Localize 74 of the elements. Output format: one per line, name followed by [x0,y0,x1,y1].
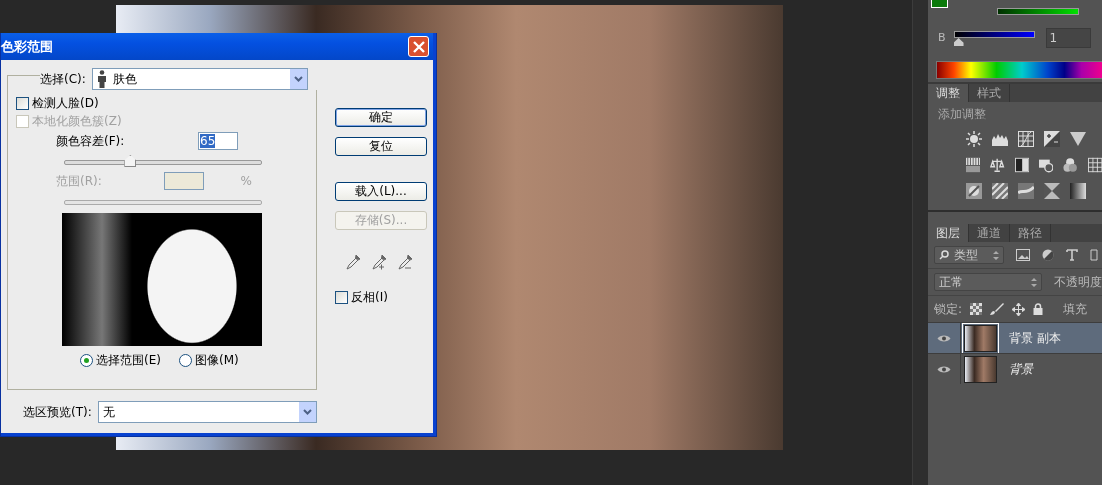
fuzziness-label: 颜色容差(F): [56,132,125,150]
lock-label: 锁定: [934,300,963,318]
select-dropdown[interactable]: 肤色 [91,68,308,90]
dialog-button[interactable]: 载入(L)... [335,182,427,201]
radio-option[interactable]: 选择范围(E) [80,352,161,369]
select-label: 选择(C): [40,70,86,88]
layer-row[interactable]: 背景 副本 [928,322,1102,353]
up-down-arrows-icon [1031,277,1037,287]
channel-value-field[interactable]: 1 [1045,28,1091,48]
checkbox-option[interactable]: 检测人脸(D) [16,94,99,112]
layer-thumbnail [964,324,997,352]
fill-label: 填充 [1063,300,1088,318]
panel-tab[interactable]: 调整 [928,84,969,102]
selection-preview-label: 选区预览(T): [23,403,92,421]
diagonal-stripes-icon[interactable] [992,183,1008,199]
hourglass-icon[interactable] [1044,183,1060,199]
layer-name: 背景 [1009,360,1033,378]
dialog-button[interactable]: 复位 [335,137,427,156]
grid-icon[interactable] [1087,157,1102,173]
fuzziness-slider[interactable] [64,155,262,167]
gradient-bars-icon[interactable] [966,157,981,173]
layer-filter-dropdown[interactable]: 类型 [934,246,1004,264]
percent-label: % [240,174,252,188]
channel-slider[interactable] [953,31,1035,47]
dialog-button[interactable]: 确定 [335,108,427,127]
circle-square-icon[interactable] [966,183,982,199]
half-circle-icon[interactable] [1042,249,1054,261]
range-input[interactable] [164,172,205,190]
selection-preview-dropdown[interactable]: 无 [97,401,317,423]
camera-icon[interactable] [1039,157,1054,173]
lock-icon[interactable] [1033,303,1044,315]
eye-icon[interactable] [937,333,951,343]
eye-icon[interactable] [937,364,951,374]
layer-thumbnail [964,355,997,383]
eyedropper-icon[interactable] [345,254,361,270]
shape-layer-icon[interactable] [1090,249,1098,261]
move-arrows-icon[interactable] [1012,302,1026,316]
fuzziness-input[interactable]: 65 [198,132,238,150]
half-square-icon[interactable] [1014,157,1029,173]
panel-heading: 添加调整 [937,106,987,123]
channel-label: B [938,31,946,44]
eyedropper-plus-icon[interactable] [371,254,387,270]
range-label: 范围(R): [56,172,102,190]
search-icon [939,250,949,260]
invert-checkbox[interactable]: 反相(I) [335,288,388,306]
text-layer-icon[interactable] [1066,249,1078,261]
blend-mode-dropdown[interactable]: 正常 [934,273,1042,291]
layer-name: 背景 副本 [1009,329,1061,347]
layer-row[interactable]: 背景 [928,353,1102,384]
triangle-icon[interactable] [1070,131,1086,147]
gradient-square-icon[interactable] [1070,183,1086,199]
image-icon[interactable] [1016,249,1030,261]
balance-scales-icon[interactable] [990,157,1005,173]
slider-thumb[interactable] [953,38,964,46]
brush-icon[interactable] [990,303,1005,315]
checkerboard-icon[interactable] [970,303,983,315]
color-slider-track[interactable] [997,8,1079,15]
panel-tab[interactable]: 图层 [928,224,969,242]
window-title: 色彩范围 [1,37,53,56]
up-down-arrows-icon [993,250,999,260]
curves-icon[interactable] [1018,131,1034,147]
color-spectrum-bar[interactable] [936,61,1102,79]
slider-thumb[interactable] [124,155,137,167]
wave-stripes-icon[interactable] [1018,183,1034,199]
opacity-label: 不透明度 [1054,273,1102,291]
close-button[interactable] [408,36,429,57]
close-icon [412,40,425,53]
person-icon [96,70,107,88]
brightness-sun-icon[interactable] [966,131,982,147]
exposure-icon[interactable] [1044,131,1060,147]
eyedropper-minus-icon[interactable] [397,254,413,270]
radio-option[interactable]: 图像(M) [178,352,239,369]
foreground-color-swatch[interactable] [931,0,948,8]
circles-icon[interactable] [1063,157,1078,173]
